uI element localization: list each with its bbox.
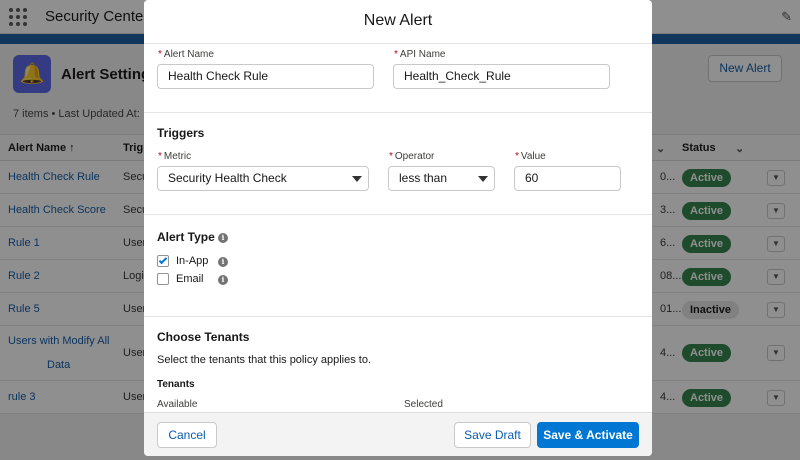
value-label: * Value (515, 151, 546, 162)
cancel-button[interactable]: Cancel (157, 422, 217, 448)
alert-name-label: * Alert Name (158, 49, 214, 60)
tenants-description: Select the tenants that this policy appl… (157, 354, 372, 366)
in-app-checkbox[interactable] (157, 255, 169, 267)
checkbox-check-icon (158, 255, 168, 265)
in-app-label: In-App (176, 255, 209, 267)
select-caret-icon (352, 176, 362, 182)
available-list-label: Available (157, 399, 198, 410)
modal-title: New Alert (363, 12, 433, 29)
api-name-input[interactable]: Health_Check_Rule (393, 64, 610, 89)
operator-value: less than (399, 171, 448, 185)
value-input[interactable]: 60 (514, 166, 621, 191)
metric-select[interactable]: Security Health Check (157, 166, 369, 191)
choose-tenants-section-title: Choose Tenants (157, 330, 250, 344)
modal-header: New Alert (144, 0, 652, 44)
api-name-label: * API Name (394, 49, 446, 60)
divider (144, 112, 652, 113)
info-icon[interactable]: i (218, 275, 228, 285)
save-draft-button[interactable]: Save Draft (454, 422, 531, 448)
operator-label: * Operator (389, 151, 435, 162)
new-alert-modal: New Alert * Alert Name Health Check Rule … (144, 0, 652, 456)
divider (144, 214, 652, 215)
triggers-section-title: Triggers (157, 126, 205, 140)
metric-value: Security Health Check (168, 171, 287, 185)
selected-list-label: Selected (404, 399, 443, 410)
email-checkbox[interactable] (157, 273, 169, 285)
save-and-activate-button[interactable]: Save & Activate (537, 422, 639, 448)
operator-select[interactable]: less than (388, 166, 495, 191)
alert-type-section-title: Alert Type (157, 230, 215, 244)
info-icon[interactable]: i (218, 257, 228, 267)
alert-name-input[interactable]: Health Check Rule (157, 64, 374, 89)
modal-footer: Cancel Save Draft Save & Activate (144, 412, 652, 456)
tenants-label: Tenants (157, 379, 195, 390)
modal-body[interactable]: * Alert Name Health Check Rule * API Name … (144, 44, 652, 412)
divider (144, 316, 652, 317)
metric-label: * Metric (158, 151, 192, 162)
email-label: Email (176, 273, 204, 285)
info-icon[interactable]: i (218, 233, 228, 243)
select-caret-icon (478, 176, 488, 182)
